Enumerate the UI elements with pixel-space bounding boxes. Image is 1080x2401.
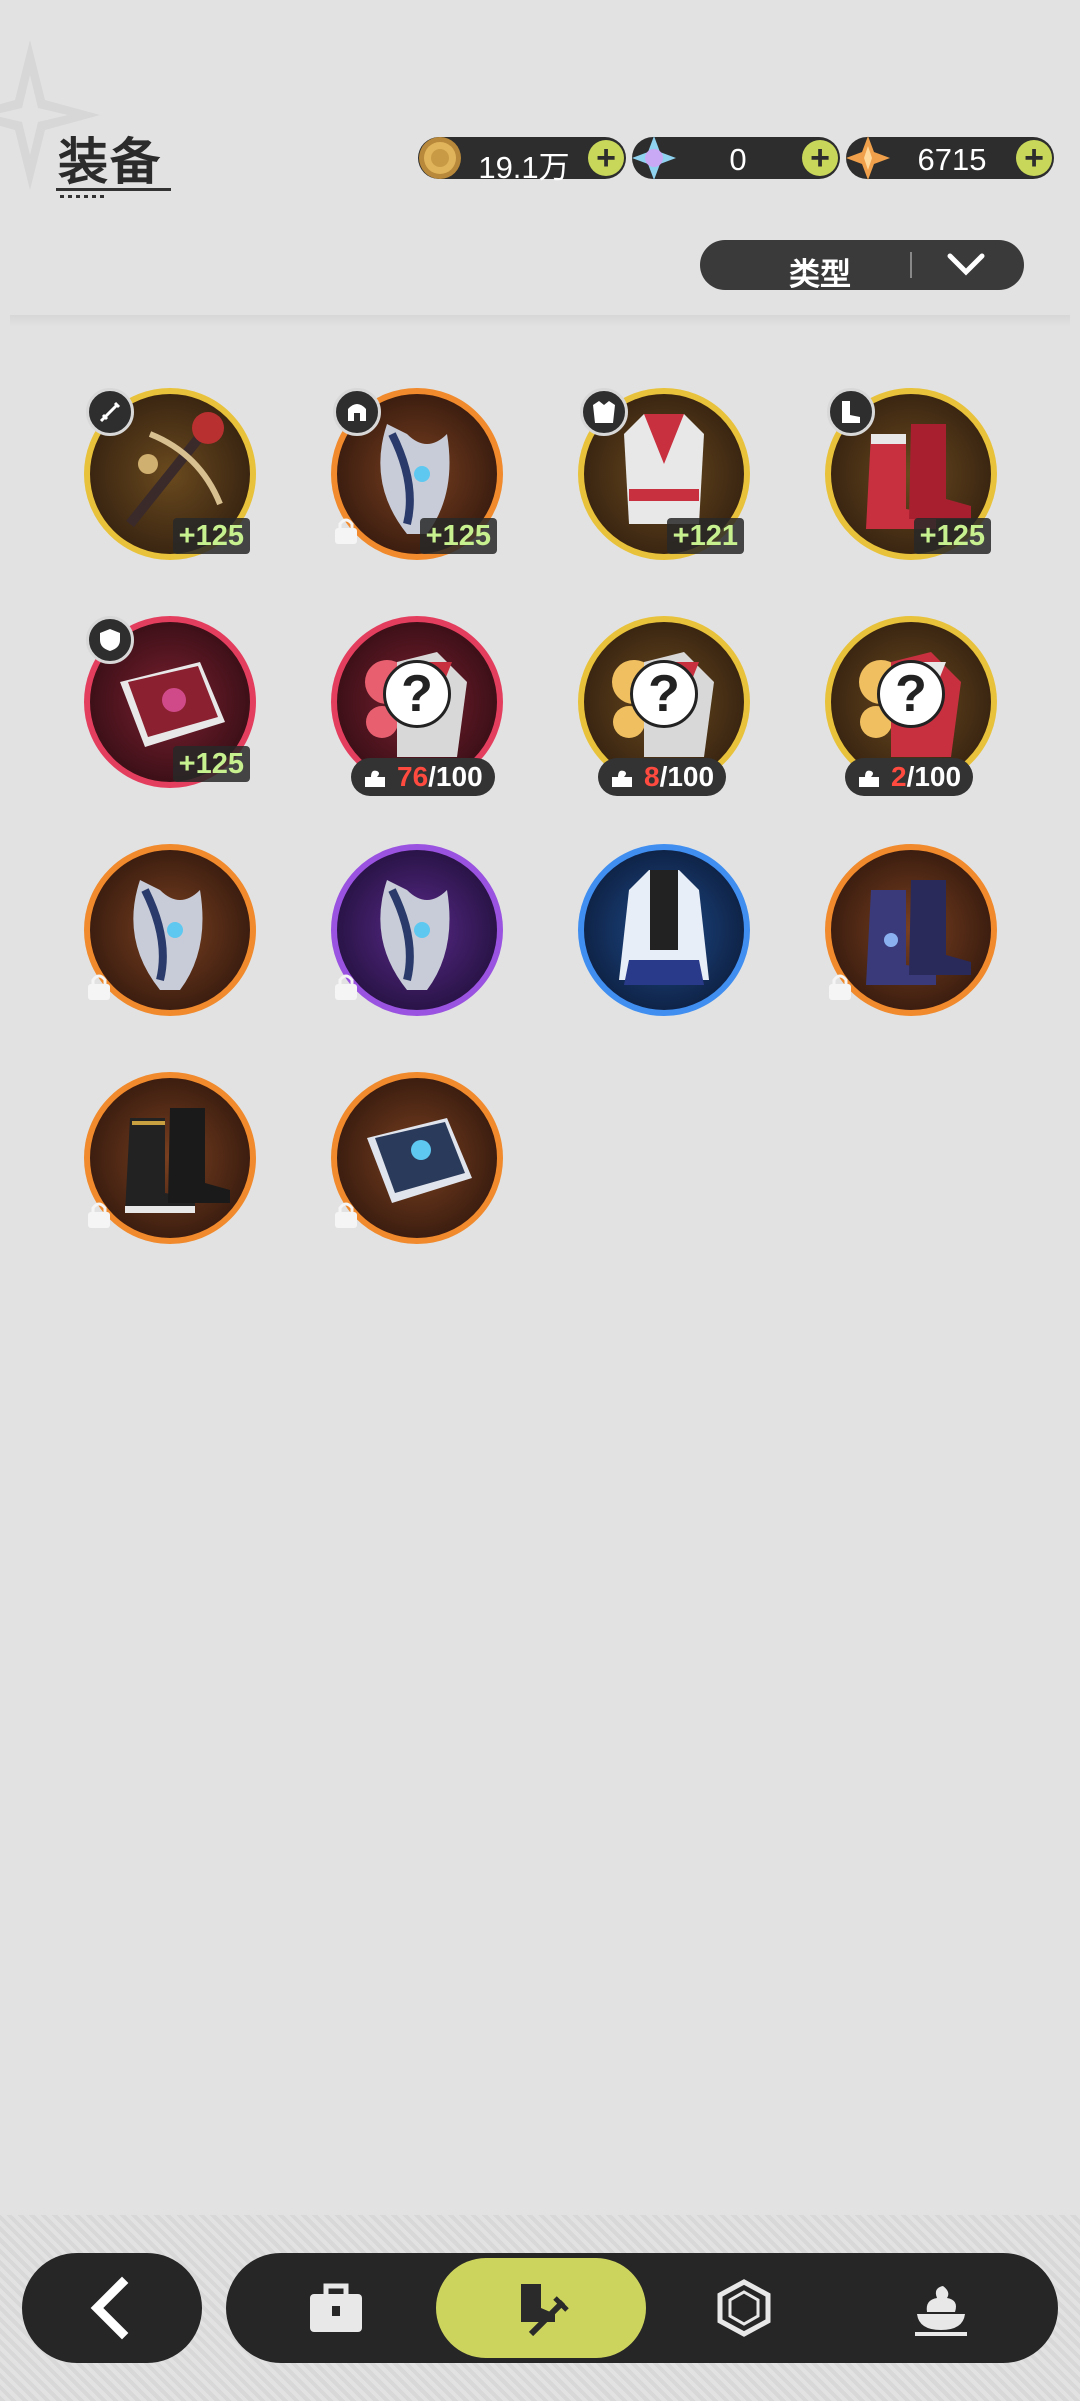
bag-icon	[310, 2283, 362, 2332]
level-badge: +125	[419, 518, 497, 554]
add-star-gem-button[interactable]: +	[1016, 140, 1052, 176]
back-button[interactable]	[22, 2253, 202, 2363]
shield-icon	[100, 629, 120, 651]
lock-icon	[829, 974, 851, 1000]
fragment-counter: 8/100	[598, 758, 727, 796]
equipment-item-unknown-gold-1[interactable]: ? 8/100	[578, 616, 750, 796]
level-badge: +125	[172, 518, 250, 554]
header-divider	[10, 315, 1070, 327]
slot-badge	[827, 388, 875, 436]
equipment-item-tome-silver[interactable]	[331, 1072, 503, 1244]
helmet-icon	[380, 880, 450, 990]
fragment-counter: 2/100	[845, 758, 974, 796]
equipment-item-helmet-purple[interactable]	[331, 844, 503, 1016]
filter-label: 类型	[789, 257, 851, 292]
equipment-item-book[interactable]: +125	[84, 616, 256, 788]
equipment-icon	[521, 2284, 569, 2337]
fragment-icon	[859, 770, 879, 787]
equipment-item-helmet[interactable]: +125	[331, 388, 503, 560]
helmet-slot-icon	[348, 404, 366, 421]
fragment-icon	[365, 770, 385, 787]
slot-badge	[86, 616, 134, 664]
star-gem-value: 6715	[917, 142, 987, 177]
crystal-currency: 0 +	[632, 136, 840, 180]
title-underline	[56, 188, 171, 191]
unknown-question-icon: ?	[630, 660, 698, 728]
page-title: 装备	[58, 134, 162, 190]
type-filter-dropdown[interactable]: 类型	[700, 240, 1024, 292]
gold-coin-icon	[419, 137, 461, 179]
equipment-item-helmet-orange[interactable]	[84, 844, 256, 1016]
star-gem-icon	[846, 136, 890, 180]
robe-icon	[619, 870, 709, 985]
sword-icon	[99, 401, 121, 423]
title-dots	[60, 195, 106, 198]
nav-dessert[interactable]	[866, 2253, 1016, 2363]
armor-slot-icon	[593, 401, 615, 423]
nav-gem[interactable]	[669, 2253, 819, 2363]
equipment-item-boots-black[interactable]	[84, 1072, 256, 1244]
boots-icon	[866, 880, 971, 985]
fragment-icon	[612, 770, 632, 787]
bottom-navigation	[226, 2253, 1058, 2363]
level-badge: +121	[666, 518, 744, 554]
gold-currency: 19.1万 +	[418, 137, 626, 185]
slot-badge	[580, 388, 628, 436]
star-gem-currency: 6715 +	[846, 136, 1054, 180]
fragment-counter: 76/100	[351, 758, 495, 796]
nav-equipment[interactable]	[466, 2253, 616, 2363]
slot-badge	[333, 388, 381, 436]
add-gold-button[interactable]: +	[588, 140, 624, 176]
lock-icon	[335, 974, 357, 1000]
chevron-down-icon	[947, 253, 985, 276]
equipment-item-armor[interactable]: +121	[578, 388, 750, 560]
gold-value: 19.1万	[478, 150, 570, 185]
add-crystal-button[interactable]: +	[802, 140, 838, 176]
boots-icon	[125, 1108, 230, 1213]
equipment-item-boots-dark[interactable]	[825, 844, 997, 1016]
gem-icon	[717, 2279, 771, 2337]
nav-bag[interactable]	[261, 2253, 411, 2363]
filter-separator	[910, 252, 912, 278]
boots-slot-icon	[842, 401, 860, 423]
lock-icon	[335, 1202, 357, 1228]
equipment-item-boots[interactable]: +125	[825, 388, 997, 560]
level-badge: +125	[172, 746, 250, 782]
equipment-item-weapon[interactable]: +125	[84, 388, 256, 560]
crystal-value: 0	[729, 142, 747, 177]
level-badge: +125	[913, 518, 991, 554]
equipment-item-unknown-gold-2[interactable]: ? 2/100	[825, 616, 997, 796]
tome-icon	[367, 1118, 472, 1203]
lock-icon	[88, 1202, 110, 1228]
crystal-icon	[632, 136, 676, 180]
back-arrow-icon	[90, 2276, 129, 2340]
lock-icon	[335, 518, 357, 544]
lock-icon	[88, 974, 110, 1000]
dessert-icon	[915, 2286, 967, 2336]
slot-badge	[86, 388, 134, 436]
helmet-icon	[133, 880, 203, 990]
unknown-question-icon: ?	[383, 660, 451, 728]
item-frame	[578, 844, 750, 1016]
unknown-question-icon: ?	[877, 660, 945, 728]
equipment-item-robe-blue[interactable]	[578, 844, 750, 1016]
equipment-item-unknown-red[interactable]: ? 76/100	[331, 616, 503, 796]
